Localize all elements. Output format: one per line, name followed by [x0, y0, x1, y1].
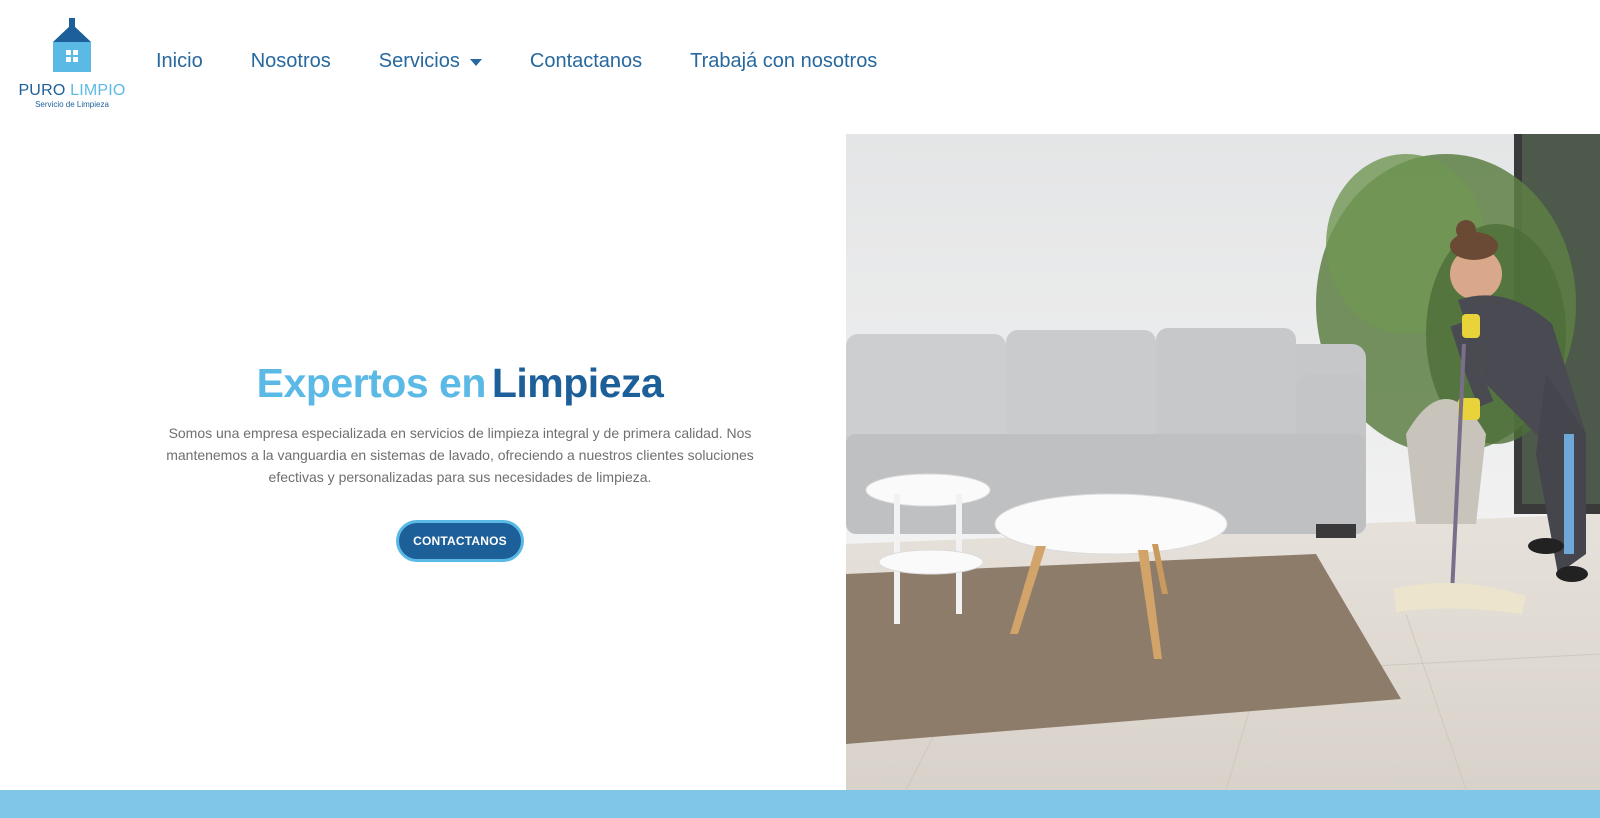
navbar: PURO LIMPIO Servicio de Limpieza Inicio … — [0, 0, 1600, 134]
nav-item-trabaja[interactable]: Trabajá con nosotros — [690, 50, 877, 73]
brand-logo[interactable]: PURO LIMPIO Servicio de Limpieza — [16, 18, 128, 114]
hero-title-part1: Expertos en — [256, 360, 487, 406]
chevron-down-icon — [469, 59, 482, 66]
hero-image — [846, 134, 1600, 790]
brand-tagline: Servicio de Limpieza — [35, 100, 109, 109]
nav-item-servicios[interactable]: Servicios — [379, 50, 482, 73]
house-logo-icon — [53, 18, 91, 72]
main-nav: Inicio Nosotros Servicios Contactanos Tr… — [156, 50, 925, 73]
nav-item-inicio[interactable]: Inicio — [156, 50, 203, 73]
hero-section: Expertos en Limpieza Somos una empresa es… — [0, 134, 846, 790]
nav-item-nosotros[interactable]: Nosotros — [251, 50, 331, 73]
hero-description: Somos una empresa especializada en servi… — [166, 425, 754, 485]
brand-name: PURO LIMPIO — [16, 82, 128, 100]
living-room-cleaning-photo — [846, 134, 1600, 790]
contact-button[interactable]: CONTACTANOS — [396, 520, 524, 562]
nav-item-servicios-label: Servicios — [378, 50, 460, 72]
hero-title-part2: Limpieza — [491, 360, 664, 406]
brand-name-part2: LIMPIO — [70, 82, 126, 99]
brand-name-part1: PURO — [18, 82, 66, 99]
section-divider-band — [0, 790, 1600, 818]
hero-title: Expertos en Limpieza — [0, 360, 920, 407]
nav-item-contactanos[interactable]: Contactanos — [530, 50, 642, 73]
